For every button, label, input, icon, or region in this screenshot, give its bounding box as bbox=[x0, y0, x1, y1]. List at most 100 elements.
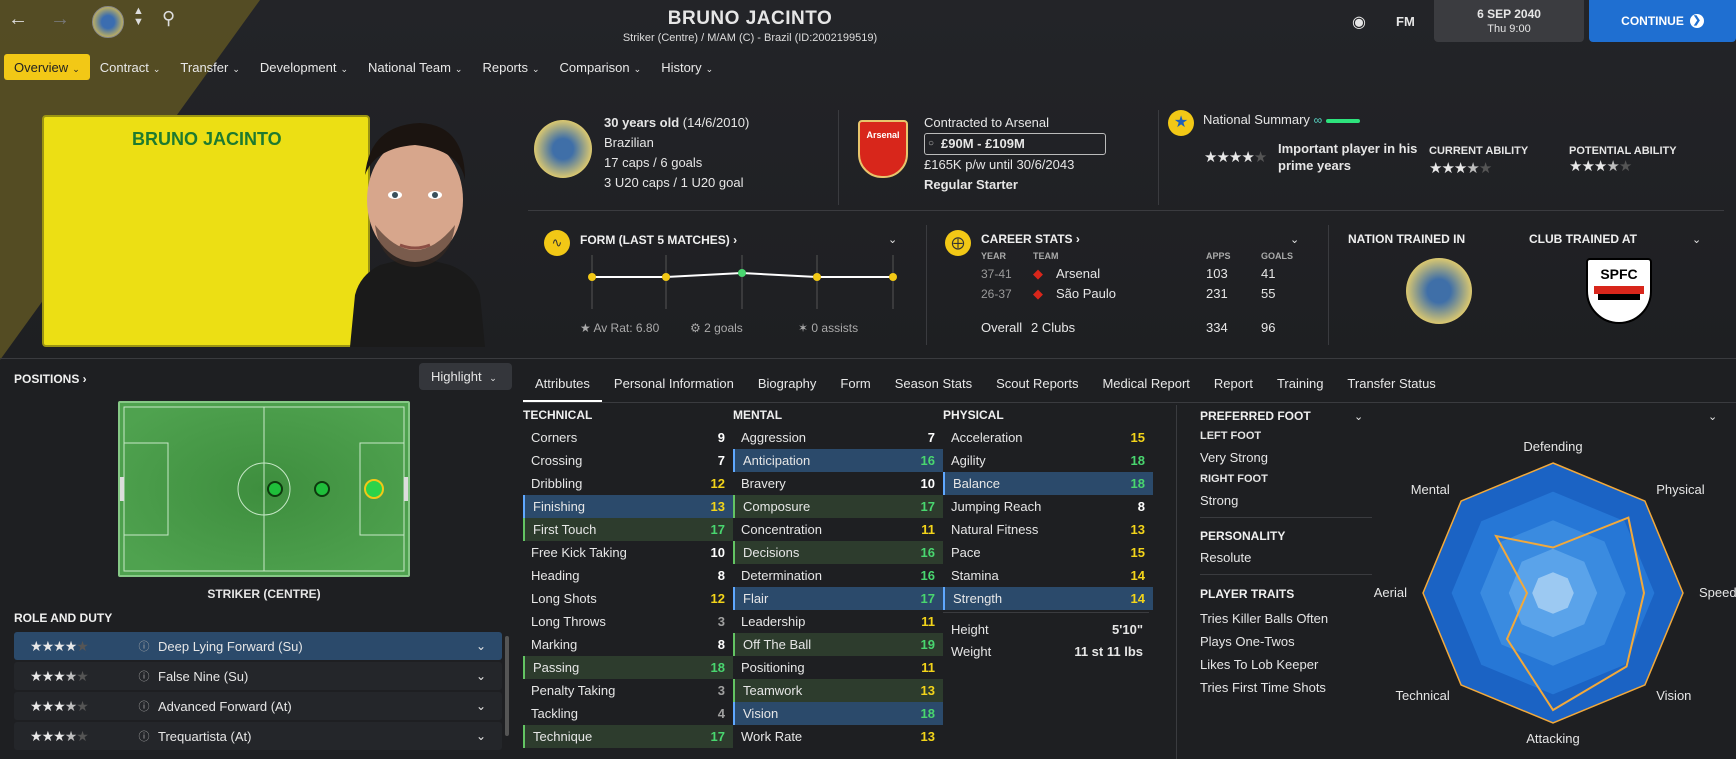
fm-logo[interactable]: FM bbox=[1396, 14, 1415, 29]
menu-item-comparison[interactable]: Comparison ⌄ bbox=[550, 54, 652, 80]
attribute-row[interactable]: Positioning 11 bbox=[733, 656, 943, 679]
attribute-row[interactable]: Teamwork 13 bbox=[733, 679, 943, 702]
attribute-row[interactable]: Passing 18 bbox=[523, 656, 733, 679]
tab-report[interactable]: Report bbox=[1202, 372, 1265, 402]
attribute-row[interactable]: Stamina 14 bbox=[943, 564, 1153, 587]
positions-title[interactable]: POSITIONS › bbox=[14, 372, 87, 386]
attribute-row[interactable]: Balance 18 bbox=[943, 472, 1153, 495]
menu-item-contract[interactable]: Contract ⌄ bbox=[90, 54, 171, 80]
tab-personal-information[interactable]: Personal Information bbox=[602, 372, 746, 402]
form-dropdown-icon[interactable]: ⌄ bbox=[888, 233, 897, 246]
tab-training[interactable]: Training bbox=[1265, 372, 1335, 402]
attribute-row[interactable]: First Touch 17 bbox=[523, 518, 733, 541]
radar-dropdown-icon[interactable]: ⌄ bbox=[1708, 410, 1717, 423]
tab-attributes[interactable]: Attributes bbox=[523, 372, 602, 402]
career-row[interactable]: 26-37 ◆ São Paulo 231 55 bbox=[981, 286, 1301, 301]
attribute-row[interactable]: Decisions 16 bbox=[733, 541, 943, 564]
career-row[interactable]: 37-41 ◆ Arsenal 103 41 bbox=[981, 266, 1301, 281]
right-foot-value: Strong bbox=[1200, 493, 1239, 508]
form-point[interactable] bbox=[588, 273, 596, 281]
attribute-row[interactable]: Heading 8 bbox=[523, 564, 733, 587]
attribute-row[interactable]: Vision 18 bbox=[733, 702, 943, 725]
role-row[interactable]: ★★★★★ ⓘ False Nine (Su) ⌄ bbox=[14, 662, 502, 690]
attribute-row[interactable]: Aggression 7 bbox=[733, 426, 943, 449]
form-point[interactable] bbox=[889, 273, 897, 281]
attribute-row[interactable]: Concentration 11 bbox=[733, 518, 943, 541]
attribute-name: Flair bbox=[743, 591, 769, 606]
info-icon[interactable]: ⓘ bbox=[130, 728, 158, 744]
menu-item-transfer[interactable]: Transfer ⌄ bbox=[170, 54, 249, 80]
attribute-row[interactable]: Penalty Taking 3 bbox=[523, 679, 733, 702]
highlight-dropdown[interactable]: Highlight ⌄ bbox=[419, 363, 512, 390]
foot-dropdown-icon[interactable]: ⌄ bbox=[1354, 410, 1363, 423]
attribute-row[interactable]: Off The Ball 19 bbox=[733, 633, 943, 656]
attribute-row[interactable]: Composure 17 bbox=[733, 495, 943, 518]
menu-item-national-team[interactable]: National Team ⌄ bbox=[358, 54, 472, 80]
form-point[interactable] bbox=[738, 269, 746, 277]
attribute-row[interactable]: Bravery 10 bbox=[733, 472, 943, 495]
star-icon: ★ bbox=[1429, 160, 1442, 177]
attribute-row[interactable]: Anticipation 16 bbox=[733, 449, 943, 472]
tab-season-stats[interactable]: Season Stats bbox=[883, 372, 984, 402]
nation-trained-badge[interactable] bbox=[1406, 258, 1472, 324]
attribute-row[interactable]: Determination 16 bbox=[733, 564, 943, 587]
attribute-row[interactable]: Finishing 13 bbox=[523, 495, 733, 518]
divider bbox=[1328, 225, 1329, 345]
attribute-row[interactable]: Agility 18 bbox=[943, 449, 1153, 472]
continue-button[interactable]: CONTINUE ❯ bbox=[1589, 0, 1736, 42]
attribute-row[interactable]: Dribbling 12 bbox=[523, 472, 733, 495]
attribute-row[interactable]: Marking 8 bbox=[523, 633, 733, 656]
attribute-row[interactable]: Crossing 7 bbox=[523, 449, 733, 472]
attribute-row[interactable]: Acceleration 15 bbox=[943, 426, 1153, 449]
attribute-row[interactable]: Leadership 11 bbox=[733, 610, 943, 633]
globe-icon[interactable]: ◉ bbox=[1352, 12, 1366, 32]
attribute-row[interactable]: Long Throws 3 bbox=[523, 610, 733, 633]
tab-biography[interactable]: Biography bbox=[746, 372, 829, 402]
tab-scout-reports[interactable]: Scout Reports bbox=[984, 372, 1090, 402]
divider bbox=[926, 225, 927, 345]
roles-scrollbar[interactable] bbox=[505, 636, 509, 736]
tab-form[interactable]: Form bbox=[828, 372, 882, 402]
attribute-row[interactable]: Work Rate 13 bbox=[733, 725, 943, 748]
attribute-row[interactable]: Strength 14 bbox=[943, 587, 1153, 610]
form-point[interactable] bbox=[813, 273, 821, 281]
attribute-name: Tackling bbox=[531, 706, 578, 721]
date-box[interactable]: 6 SEP 2040 Thu 9:00 bbox=[1434, 0, 1584, 42]
role-row[interactable]: ★★★★★ ⓘ Advanced Forward (At) ⌄ bbox=[14, 692, 502, 720]
menu-item-reports[interactable]: Reports ⌄ bbox=[472, 54, 549, 80]
role-row[interactable]: ★★★★★ ⓘ Trequartista (At) ⌄ bbox=[14, 722, 502, 750]
attribute-row[interactable]: Tackling 4 bbox=[523, 702, 733, 725]
attribute-row[interactable]: Pace 15 bbox=[943, 541, 1153, 564]
chevron-down-icon[interactable]: ⌄ bbox=[476, 699, 486, 713]
attribute-row[interactable]: Flair 17 bbox=[733, 587, 943, 610]
attribute-row[interactable]: Long Shots 12 bbox=[523, 587, 733, 610]
menu-item-history[interactable]: History ⌄ bbox=[651, 54, 723, 80]
trained-dropdown-icon[interactable]: ⌄ bbox=[1692, 233, 1701, 246]
form-title[interactable]: FORM (LAST 5 MATCHES) › bbox=[580, 233, 737, 247]
info-icon[interactable]: ⓘ bbox=[130, 668, 158, 684]
attribute-row[interactable]: Natural Fitness 13 bbox=[943, 518, 1153, 541]
tab-transfer-status[interactable]: Transfer Status bbox=[1335, 372, 1447, 402]
player-trait: Likes To Lob Keeper bbox=[1200, 657, 1319, 672]
divider bbox=[0, 358, 1736, 359]
transfer-value-box[interactable]: ○ £90M - £109M bbox=[924, 133, 1106, 155]
spfc-crest[interactable]: SPFC bbox=[1586, 258, 1652, 324]
form-point[interactable] bbox=[662, 273, 670, 281]
attribute-row[interactable]: Free Kick Taking 10 bbox=[523, 541, 733, 564]
chevron-down-icon[interactable]: ⌄ bbox=[476, 669, 486, 683]
chevron-down-icon: ⌄ bbox=[705, 64, 714, 74]
attribute-row[interactable]: Corners 9 bbox=[523, 426, 733, 449]
info-icon[interactable]: ⓘ bbox=[130, 638, 158, 654]
tab-medical-report[interactable]: Medical Report bbox=[1090, 372, 1201, 402]
attribute-row[interactable]: Technique 17 bbox=[523, 725, 733, 748]
menu-item-development[interactable]: Development ⌄ bbox=[250, 54, 358, 80]
info-icon[interactable]: ⓘ bbox=[130, 698, 158, 714]
chevron-down-icon[interactable]: ⌄ bbox=[476, 729, 486, 743]
star-icon: ★ bbox=[64, 667, 78, 684]
role-row[interactable]: ★★★★★ ⓘ Deep Lying Forward (Su) ⌄ bbox=[14, 632, 502, 660]
chevron-down-icon[interactable]: ⌄ bbox=[476, 639, 486, 653]
menu-item-overview[interactable]: Overview ⌄ bbox=[4, 54, 90, 80]
career-dropdown-icon[interactable]: ⌄ bbox=[1290, 233, 1299, 246]
attribute-row[interactable]: Jumping Reach 8 bbox=[943, 495, 1153, 518]
career-stats-title[interactable]: CAREER STATS › bbox=[981, 232, 1080, 246]
